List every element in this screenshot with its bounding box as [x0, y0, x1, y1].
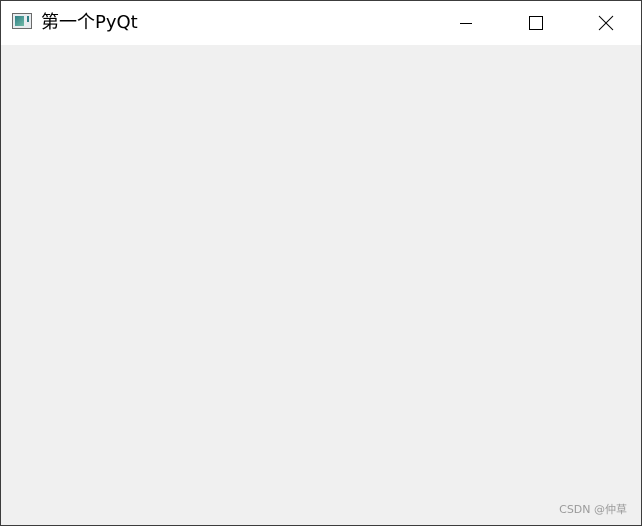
window-title: 第一个PyQt	[41, 12, 138, 33]
close-button[interactable]	[583, 1, 629, 45]
title-bar[interactable]: 第一个PyQt	[1, 1, 641, 45]
minimize-icon	[460, 23, 472, 24]
minimize-button[interactable]	[443, 1, 489, 45]
maximize-icon	[529, 16, 543, 30]
app-icon-strip	[27, 16, 29, 22]
close-icon	[598, 15, 614, 31]
app-window-icon[interactable]	[12, 13, 32, 29]
watermark: CSDN @仲草	[559, 503, 627, 516]
maximize-button[interactable]	[513, 1, 559, 45]
app-window: 第一个PyQt CSDN @仲草	[0, 0, 642, 526]
app-icon-pane	[15, 16, 24, 26]
client-area: CSDN @仲草	[1, 45, 641, 525]
